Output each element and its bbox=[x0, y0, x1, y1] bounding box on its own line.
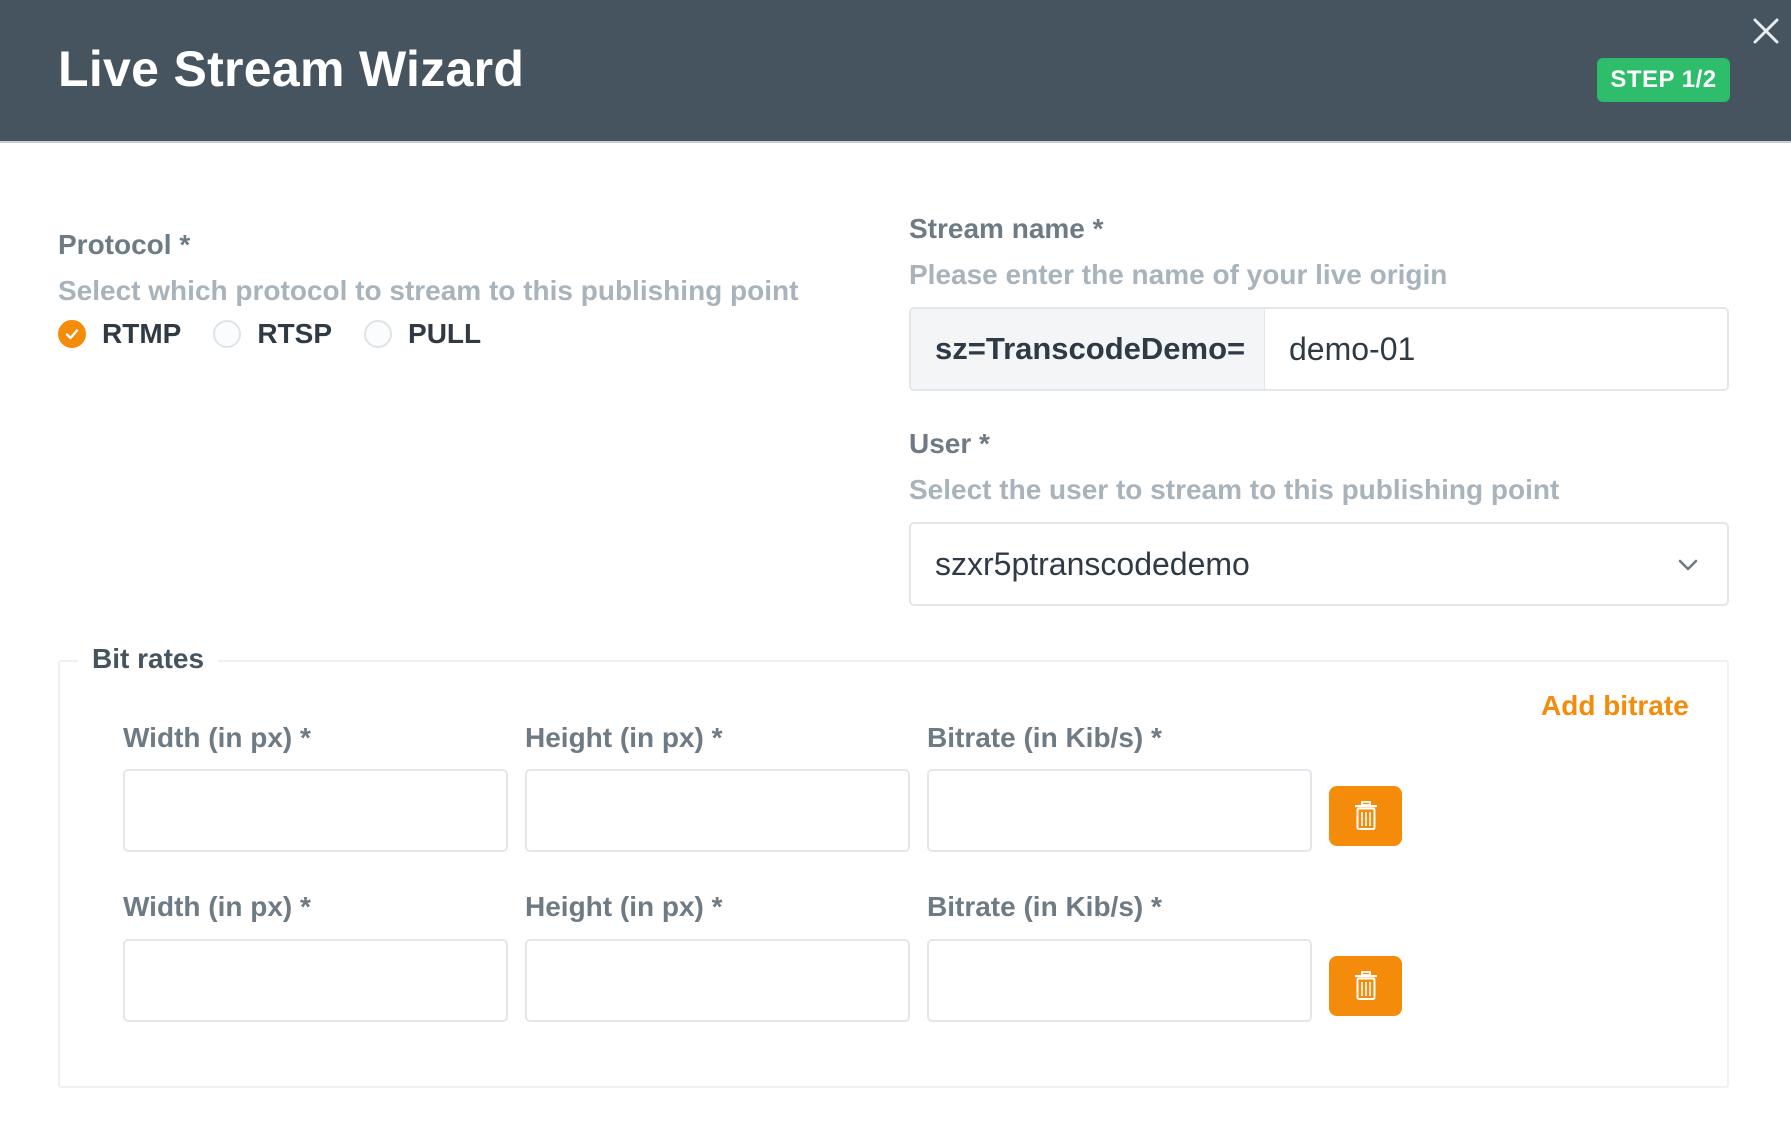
bitrate-input[interactable] bbox=[927, 939, 1312, 1022]
protocol-help-text: Select which protocol to stream to this … bbox=[58, 275, 799, 306]
width-input[interactable] bbox=[123, 769, 508, 852]
step-badge: STEP 1/2 bbox=[1597, 58, 1730, 102]
protocol-label: Protocol * bbox=[58, 229, 191, 260]
radio-unchecked-icon bbox=[364, 320, 393, 348]
stream-name-input-group: sz=TranscodeDemo= bbox=[909, 307, 1729, 391]
radio-pull[interactable]: PULL bbox=[364, 318, 481, 350]
bitrates-legend: Bit rates bbox=[78, 643, 219, 675]
delete-bitrate-button[interactable] bbox=[1329, 956, 1402, 1016]
stream-name-input[interactable] bbox=[1265, 309, 1727, 389]
user-label: User * bbox=[909, 428, 990, 459]
trash-icon bbox=[1354, 801, 1377, 830]
width-label: Width (in px) * bbox=[123, 891, 311, 922]
checkmark-icon bbox=[65, 329, 79, 340]
radio-checked-icon bbox=[58, 320, 86, 348]
height-input[interactable] bbox=[525, 939, 910, 1022]
modal-title: Live Stream Wizard bbox=[58, 41, 525, 97]
radio-unchecked-icon bbox=[213, 320, 242, 348]
stream-name-label: Stream name * bbox=[909, 213, 1104, 244]
close-button[interactable] bbox=[1751, 16, 1781, 46]
radio-label: PULL bbox=[408, 318, 482, 349]
protocol-radio-group: RTMP RTSP PULL bbox=[58, 318, 513, 350]
chevron-down-icon bbox=[1678, 559, 1698, 571]
radio-rtsp[interactable]: RTSP bbox=[213, 318, 332, 350]
radio-label: RTSP bbox=[257, 318, 333, 349]
height-input[interactable] bbox=[525, 769, 910, 852]
modal-header: Live Stream Wizard STEP 1/2 bbox=[0, 0, 1791, 143]
add-bitrate-link[interactable]: Add bitrate bbox=[1541, 690, 1689, 722]
width-input[interactable] bbox=[123, 939, 508, 1022]
height-label: Height (in px) * bbox=[525, 891, 723, 922]
user-help-text: Select the user to stream to this publis… bbox=[909, 474, 1560, 505]
live-stream-wizard-modal: Live Stream Wizard STEP 1/2 Protocol * S… bbox=[0, 0, 1791, 1133]
stream-name-prefix: sz=TranscodeDemo= bbox=[911, 309, 1265, 389]
bitrate-input[interactable] bbox=[927, 769, 1312, 852]
radio-rtmp[interactable]: RTMP bbox=[58, 318, 181, 350]
radio-label: RTMP bbox=[102, 318, 182, 349]
delete-bitrate-button[interactable] bbox=[1329, 786, 1402, 846]
trash-icon bbox=[1354, 971, 1377, 1000]
close-icon bbox=[1753, 18, 1779, 44]
bitrate-label: Bitrate (in Kib/s) * bbox=[927, 722, 1162, 753]
bitrate-label: Bitrate (in Kib/s) * bbox=[927, 891, 1162, 922]
height-label: Height (in px) * bbox=[525, 722, 723, 753]
user-select[interactable]: szxr5ptranscodedemo bbox=[909, 522, 1729, 606]
stream-name-help-text: Please enter the name of your live origi… bbox=[909, 259, 1448, 290]
width-label: Width (in px) * bbox=[123, 722, 311, 753]
user-select-value: szxr5ptranscodedemo bbox=[935, 545, 1250, 582]
